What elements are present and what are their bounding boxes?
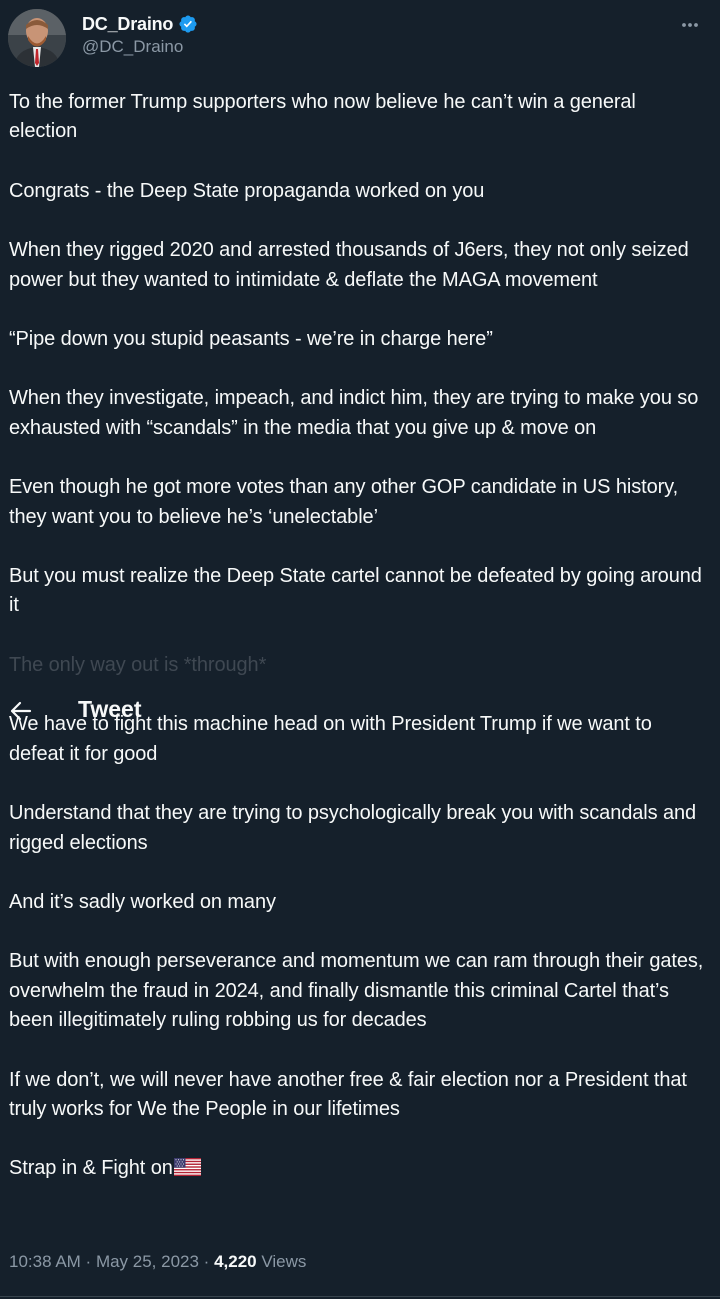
verified-badge-icon[interactable]	[178, 14, 198, 34]
tweet-paragraph: If we don’t, we will never have another …	[9, 1068, 687, 1120]
tweet-text: To the former Trump supporters who now b…	[9, 88, 709, 1214]
meta-separator: ·	[80, 1252, 96, 1271]
more-horizontal-icon[interactable]	[674, 14, 706, 36]
tweet-date[interactable]: May 25, 2023	[96, 1252, 199, 1271]
tweet-header-bar: Tweet	[0, 693, 720, 729]
tweet-paragraph: When they investigate, impeach, and indi…	[9, 387, 699, 439]
tweet-paragraph: To the former Trump supporters who now b…	[9, 91, 636, 143]
tweet-paragraph: Even though he got more votes than any o…	[9, 476, 679, 528]
tweet-paragraph: “Pipe down you stupid peasants - we’re i…	[9, 328, 493, 351]
tweet-container: DC_Draino @DC_Draino To the former Trump…	[0, 0, 720, 1299]
tweet-paragraph: But with enough perseverance and momentu…	[9, 950, 704, 1032]
display-name-row: DC_Draino	[82, 12, 198, 36]
page-title: Tweet	[78, 696, 142, 722]
tweet-meta: 10:38 AM · May 25, 2023 · 4,220 Views	[9, 1252, 306, 1272]
display-name[interactable]: DC_Draino	[82, 14, 173, 35]
tweet-paragraph-last: Strap in & Fight on	[9, 1154, 709, 1183]
us-flag-icon	[173, 1156, 201, 1177]
arrow-left-icon[interactable]	[10, 701, 32, 721]
tweet-paragraph: But you must realize the Deep State cart…	[9, 565, 702, 617]
meta-separator: ·	[198, 1252, 215, 1271]
views-count: 4,220	[214, 1252, 257, 1271]
views-label: Views	[261, 1252, 307, 1271]
avatar[interactable]	[8, 9, 66, 67]
tweet-paragraph-last-text: Strap in & Fight on	[9, 1157, 173, 1180]
tweet-paragraph: And it’s sadly worked on many	[9, 890, 276, 913]
author-block: DC_Draino @DC_Draino	[82, 12, 198, 57]
tweet-paragraph: Understand that they are trying to psych…	[9, 802, 697, 854]
tweet-paragraph: Congrats - the Deep State propaganda wor…	[9, 179, 485, 202]
divider	[0, 1296, 720, 1297]
avatar-image	[8, 9, 66, 67]
handle[interactable]: @DC_Draino	[82, 37, 198, 57]
tweet-paragraph: When they rigged 2020 and arrested thous…	[9, 239, 689, 291]
tweet-paragraph-under-header: The only way out is *through*	[9, 653, 267, 676]
tweet-time[interactable]: 10:38 AM	[9, 1252, 81, 1271]
